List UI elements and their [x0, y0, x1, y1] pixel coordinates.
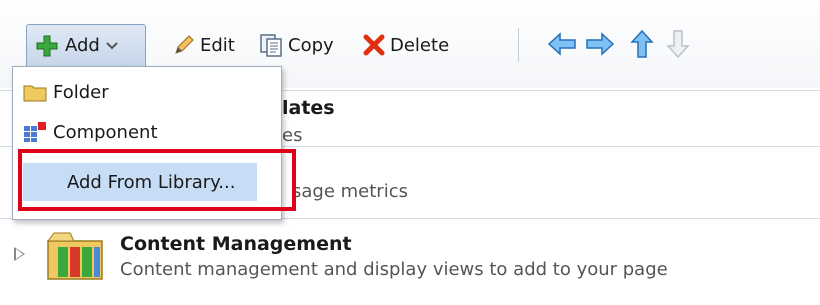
arrow-up-icon[interactable] [626, 28, 658, 60]
arrow-right-icon[interactable] [584, 28, 616, 60]
copy-button[interactable]: Copy [258, 24, 334, 66]
add-button-label: Add [65, 35, 100, 56]
copy-icon [260, 34, 282, 57]
list-item-title: Content Management [120, 233, 352, 255]
add-button[interactable]: Add [26, 24, 146, 66]
edit-button[interactable]: Edit [172, 24, 235, 66]
menu-item-label: Component [53, 121, 158, 143]
list-item[interactable]: Content Management Content management an… [0, 218, 820, 289]
list-item-title: lates [282, 97, 335, 119]
copy-button-label: Copy [288, 34, 334, 56]
list-item-description: sage metrics [292, 181, 408, 202]
menu-item-folder[interactable]: Folder [13, 73, 281, 111]
delete-button-label: Delete [390, 34, 450, 56]
pencil-icon [175, 35, 194, 54]
delete-icon [363, 34, 385, 56]
menu-item-label: Folder [53, 81, 109, 103]
list-item-description: Content management and display views to … [120, 259, 668, 280]
component-icon [24, 122, 46, 142]
content-management-icon [47, 232, 103, 280]
chevron-down-icon [106, 41, 118, 49]
folder-icon [23, 85, 47, 102]
highlight-annotation [18, 149, 296, 211]
expand-icon[interactable] [14, 247, 25, 261]
menu-item-component[interactable]: Component [13, 113, 281, 151]
arrow-down-icon [666, 30, 690, 59]
list-item-description: es [282, 125, 303, 146]
toolbar-separator [518, 28, 519, 62]
plus-icon [36, 35, 58, 56]
arrow-left-icon[interactable] [546, 28, 578, 60]
edit-button-label: Edit [200, 34, 235, 56]
delete-button[interactable]: Delete [362, 24, 449, 66]
